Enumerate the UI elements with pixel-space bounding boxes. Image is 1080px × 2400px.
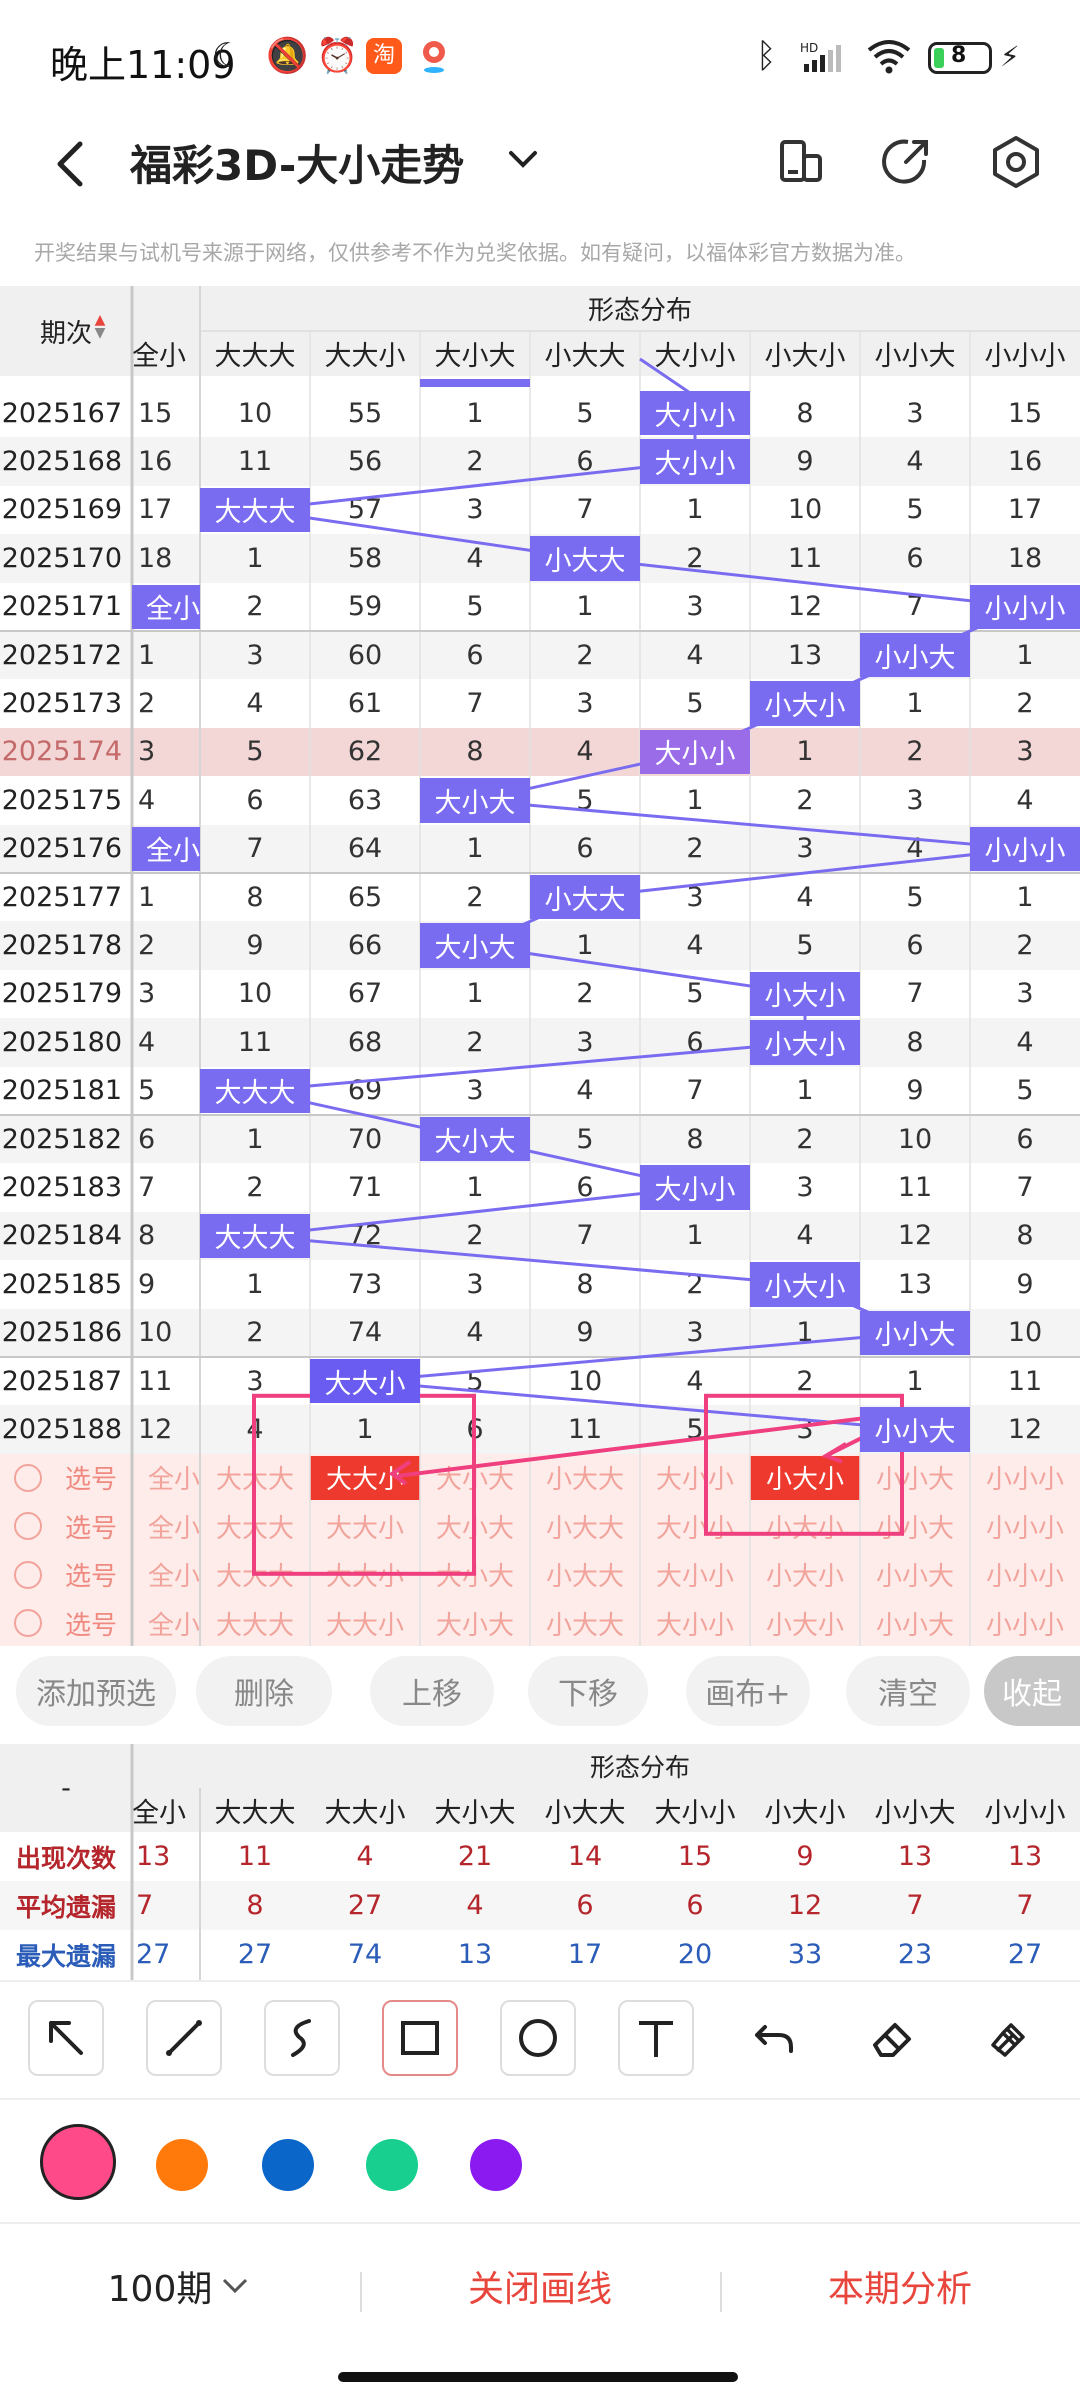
eraser-tool-icon[interactable] — [854, 2000, 930, 2076]
hit-cell: 小大小 — [750, 681, 860, 726]
clear-tool-icon[interactable] — [972, 2000, 1048, 2076]
share-icon[interactable] — [876, 132, 936, 192]
trend-table[interactable]: 期次 ▲ ▼ 形态分布 全小 大大大 大大小 大小大 小大大 大小小 小大小 小小大 小小小 202516… — [0, 286, 1080, 1646]
mute-bell-icon: 🔕 — [266, 36, 309, 76]
trend-segment — [254, 1186, 696, 1238]
hit-cell: 大小大 — [420, 1117, 530, 1162]
period-analysis-button[interactable]: 本期分析 — [760, 2260, 1040, 2312]
wifi-icon — [866, 38, 912, 78]
collapse-button[interactable]: 收起 — [984, 1656, 1080, 1726]
hit-cell: 小大小 — [750, 1020, 860, 1065]
alarm-icon: ⏰ — [316, 36, 359, 76]
back-button[interactable] — [44, 128, 94, 198]
signal-icon: HD — [800, 40, 846, 78]
settings-icon[interactable] — [986, 132, 1046, 192]
circle-tool-icon[interactable] — [500, 2000, 576, 2076]
first-col-cell: 全小 — [132, 584, 200, 629]
close-drawing-button[interactable]: 关闭画线 — [400, 2260, 680, 2312]
battery-level: 8 — [951, 43, 967, 68]
text-tool-icon[interactable] — [618, 2000, 694, 2076]
status-time: 晚上11:09 — [50, 43, 236, 87]
charging-icon: ⚡ — [1000, 40, 1020, 73]
hit-cell: 大小小 — [640, 729, 750, 775]
map-app-icon — [418, 38, 450, 74]
hit-cell: 大大大 — [200, 1068, 310, 1113]
hit-cell: 大小小 — [640, 391, 750, 436]
hit-cell: 大小小 — [640, 439, 750, 484]
hit-cell: 小小大 — [860, 1407, 970, 1452]
hit-cell: 小大大 — [530, 536, 640, 581]
divider — [360, 2272, 362, 2312]
hit-cell: 小大小 — [750, 1262, 860, 1307]
status-bar: 晚上11:09 ☾ 🔕 ⏰ 淘 ᛒ HD 8 ⚡ — [0, 0, 1080, 120]
canvas-plus-button[interactable]: 画布+ — [686, 1656, 810, 1726]
stats-grid — [130, 1744, 201, 1980]
divider — [720, 2272, 722, 2312]
divider — [0, 2098, 1080, 2100]
delete-button[interactable]: 删除 — [196, 1656, 332, 1726]
move-up-button[interactable]: 上移 — [370, 1656, 494, 1726]
bluetooth-icon: ᛒ — [756, 36, 777, 76]
hit-cell: 大小大 — [420, 923, 530, 968]
hit-cell: 小小小 — [970, 826, 1080, 871]
hit-cell: 大大大 — [200, 487, 310, 533]
hit-cell: 大大大 — [200, 1213, 310, 1259]
period-label: 100期 — [107, 2269, 213, 2310]
divider — [0, 1980, 1080, 1982]
hit-cell: 小小大 — [860, 633, 970, 678]
undo-tool-icon[interactable] — [736, 2000, 812, 2076]
battery-fill — [934, 48, 944, 68]
trend-segment — [254, 460, 696, 512]
trend-segment — [584, 556, 1026, 609]
stats-table: - 形态分布 全小 大大大 大大小 大小大 小大大 大小小 小大小 小小大 小小小 出现次数 13 11 4… — [0, 1744, 1080, 1982]
moon-icon: ☾ — [212, 36, 243, 76]
curve-tool-icon[interactable] — [264, 2000, 340, 2076]
arrow-tool-icon[interactable] — [28, 2000, 104, 2076]
drawn-rectangle — [252, 1393, 476, 1576]
first-col-cell: 全小 — [132, 826, 200, 871]
rectangle-tool-icon[interactable] — [382, 2000, 458, 2076]
hit-cell: 大大小 — [310, 1359, 420, 1404]
home-indicator — [338, 2372, 738, 2382]
blue-color-swatch[interactable] — [262, 2139, 314, 2191]
hit-cell: 大小小 — [640, 1165, 750, 1210]
disclaimer-text: 开奖结果与试机号来源于网络，仅供参考不作为兑奖依据。如有疑问，以福体彩官方数据为… — [34, 241, 916, 265]
line-tool-icon[interactable] — [146, 2000, 222, 2076]
layout-toggle-icon[interactable] — [770, 132, 830, 192]
clear-button[interactable]: 清空 — [846, 1656, 970, 1726]
purple-color-swatch[interactable] — [470, 2139, 522, 2191]
pink-color-swatch[interactable] — [40, 2124, 116, 2200]
add-preselect-button[interactable]: 添加预选 — [16, 1656, 176, 1726]
hit-cell: 小小小 — [970, 584, 1080, 629]
green-color-swatch[interactable] — [366, 2139, 418, 2191]
battery-icon: 8 — [928, 42, 992, 74]
orange-color-swatch[interactable] — [156, 2139, 208, 2191]
chevron-down-icon — [223, 2278, 248, 2294]
hit-cell: 大小大 — [420, 778, 530, 823]
chevron-down-icon[interactable] — [505, 145, 541, 179]
page-title[interactable]: 福彩3D-大小走势 — [130, 132, 464, 193]
hit-cell: 小大小 — [750, 971, 860, 1017]
move-down-button[interactable]: 下移 — [528, 1656, 648, 1726]
hit-cell: 小大大 — [530, 875, 640, 920]
hit-cell: 小小大 — [860, 1310, 970, 1355]
period-select[interactable]: 100期 — [100, 2260, 260, 2312]
taobao-app-icon: 淘 — [366, 38, 402, 74]
svg-text:HD: HD — [800, 41, 818, 55]
